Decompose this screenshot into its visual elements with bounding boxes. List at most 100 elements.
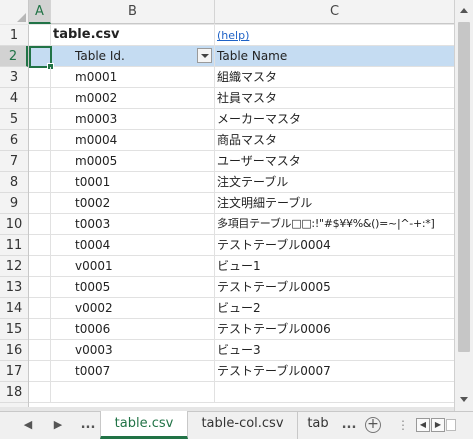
row-header-selected[interactable]: 2	[0, 46, 28, 67]
table-row: v0002 ビュー2	[29, 298, 454, 319]
select-all-button[interactable]	[0, 0, 29, 24]
cell-grid[interactable]: table.csv (help) Table Id. Table Name m0…	[29, 25, 454, 407]
table-name-cell[interactable]: メーカーマスタ	[215, 109, 454, 129]
row-header[interactable]: 16	[0, 340, 28, 361]
divider-icon[interactable]: ⋮	[397, 418, 409, 432]
cell[interactable]	[29, 298, 51, 318]
table-name-cell[interactable]: 商品マスタ	[215, 130, 454, 150]
header-cell-table-name[interactable]: Table Name	[215, 46, 454, 66]
table-id-cell[interactable]: v0002	[51, 298, 215, 318]
row-header[interactable]: 9	[0, 193, 28, 214]
header-cell-table-id[interactable]: Table Id.	[51, 46, 215, 66]
cell[interactable]	[29, 130, 51, 150]
sheet-tab-table-csv[interactable]: table.csv	[100, 411, 188, 439]
table-name-cell[interactable]: テストテーブル0007	[215, 361, 454, 381]
cell[interactable]	[29, 109, 51, 129]
cell[interactable]	[29, 214, 51, 234]
row-header[interactable]: 13	[0, 277, 28, 298]
cell[interactable]	[29, 67, 51, 87]
prev-sheet-arrow-icon[interactable]: ◀	[20, 412, 36, 439]
table-name-cell[interactable]: 社員マスタ	[215, 88, 454, 108]
help-cell[interactable]: (help)	[215, 25, 454, 45]
table-name-cell[interactable]: 多項目テーブル□□:!"#$¥¥%&()=~|^-+:*]	[215, 214, 454, 234]
row-header[interactable]: 6	[0, 130, 28, 151]
table-id-cell[interactable]: m0005	[51, 151, 215, 171]
header-label: Table Id.	[75, 49, 125, 63]
table-row: t0001 注文テーブル	[29, 172, 454, 193]
table-row: table.csv (help)	[29, 25, 454, 46]
table-name-cell[interactable]: テストテーブル0006	[215, 319, 454, 339]
table-name-cell[interactable]: 組織マスタ	[215, 67, 454, 87]
row-header[interactable]: 8	[0, 172, 28, 193]
more-sheets-left[interactable]: ...	[78, 412, 98, 439]
table-name-cell[interactable]: 注文明細テーブル	[215, 193, 454, 213]
table-row	[29, 382, 454, 403]
row-header[interactable]: 5	[0, 109, 28, 130]
add-sheet-icon[interactable]: +	[365, 417, 381, 433]
cell[interactable]	[29, 382, 51, 402]
cell[interactable]	[51, 382, 215, 402]
cell[interactable]	[29, 88, 51, 108]
row-header[interactable]: 7	[0, 151, 28, 172]
row-header[interactable]: 15	[0, 319, 28, 340]
table-id-cell[interactable]: v0001	[51, 256, 215, 276]
column-header-c[interactable]: C	[215, 0, 454, 24]
table-id-cell[interactable]: t0007	[51, 361, 215, 381]
row-header[interactable]: 11	[0, 235, 28, 256]
table-id-cell[interactable]: v0003	[51, 340, 215, 360]
cell[interactable]	[29, 361, 51, 381]
table-id-cell[interactable]: m0003	[51, 109, 215, 129]
vertical-scrollbar[interactable]	[454, 0, 473, 411]
table-id-cell[interactable]: t0002	[51, 193, 215, 213]
scroll-right-arrow-icon[interactable]: ▶	[431, 418, 445, 432]
sheet-tab-partial[interactable]: tab	[298, 411, 338, 439]
scroll-left-arrow-icon[interactable]: ◀	[416, 418, 430, 432]
filter-dropdown-icon[interactable]	[197, 48, 212, 63]
more-sheets-right[interactable]: ...	[338, 412, 360, 439]
row-header[interactable]: 12	[0, 256, 28, 277]
row-header[interactable]: 17	[0, 361, 28, 382]
scroll-up-arrow-icon[interactable]	[458, 4, 470, 18]
cell[interactable]	[29, 277, 51, 297]
sheet-tab-table-col-csv[interactable]: table-col.csv	[188, 411, 298, 439]
cell[interactable]	[29, 172, 51, 192]
table-name-cell[interactable]: 注文テーブル	[215, 172, 454, 192]
column-header-b[interactable]: B	[51, 0, 215, 24]
help-link[interactable]: (help)	[217, 29, 249, 42]
scroll-down-arrow-icon[interactable]	[458, 393, 470, 407]
cell[interactable]	[29, 193, 51, 213]
scroll-thumb[interactable]	[458, 22, 470, 352]
table-id-cell[interactable]: t0006	[51, 319, 215, 339]
column-header-a[interactable]: A	[29, 0, 51, 24]
row-header[interactable]: 1	[0, 25, 28, 46]
cell[interactable]	[29, 256, 51, 276]
table-id-cell[interactable]: t0005	[51, 277, 215, 297]
sheet-title-cell[interactable]: table.csv	[51, 25, 215, 45]
row-header[interactable]: 14	[0, 298, 28, 319]
cell[interactable]	[29, 25, 51, 45]
next-sheet-arrow-icon[interactable]: ▶	[50, 412, 66, 439]
table-name-cell[interactable]: テストテーブル0005	[215, 277, 454, 297]
table-name-cell[interactable]: ビュー3	[215, 340, 454, 360]
table-name-cell[interactable]: ビュー1	[215, 256, 454, 276]
cell[interactable]	[29, 151, 51, 171]
row-header[interactable]: 18	[0, 382, 28, 403]
cell[interactable]	[29, 235, 51, 255]
row-header[interactable]: 3	[0, 67, 28, 88]
cell[interactable]	[29, 319, 51, 339]
table-id-cell[interactable]: t0001	[51, 172, 215, 192]
row-header[interactable]: 10	[0, 214, 28, 235]
table-id-cell[interactable]: t0004	[51, 235, 215, 255]
cell[interactable]	[29, 340, 51, 360]
table-id-cell[interactable]: m0001	[51, 67, 215, 87]
table-name-cell[interactable]: テストテーブル0004	[215, 235, 454, 255]
row-header[interactable]: 4	[0, 88, 28, 109]
table-name-cell[interactable]: ビュー2	[215, 298, 454, 318]
table-id-cell[interactable]: t0003	[51, 214, 215, 234]
table-id-cell[interactable]: m0002	[51, 88, 215, 108]
cell[interactable]	[215, 382, 454, 402]
table-id-cell[interactable]: m0004	[51, 130, 215, 150]
table-row: m0002 社員マスタ	[29, 88, 454, 109]
table-name-cell[interactable]: ユーザーマスタ	[215, 151, 454, 171]
horizontal-scroll-track[interactable]	[446, 419, 456, 431]
